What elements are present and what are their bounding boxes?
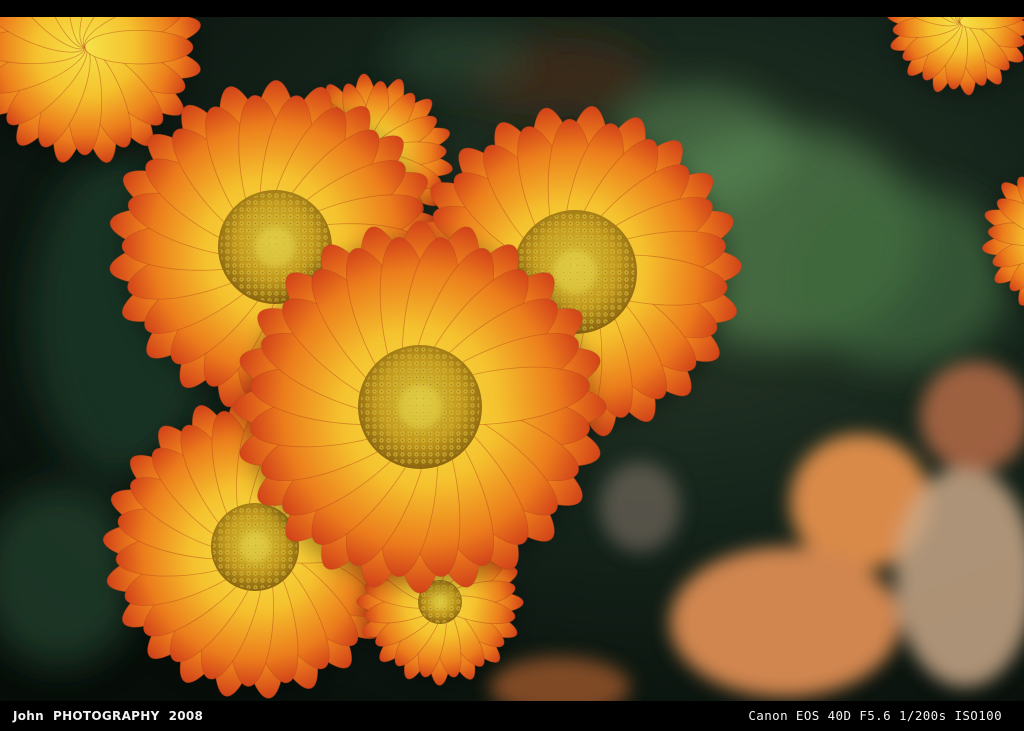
year-label: 2008 <box>168 709 204 723</box>
camera-exif-info: Canon EOS 40D F5.6 1/200s ISO100 <box>748 708 1002 723</box>
studio-label: PHOTOGRAPHY <box>52 709 160 723</box>
petal <box>84 29 194 65</box>
photographer-credit: John PHOTOGRAPHY 2008 <box>13 709 203 723</box>
top-frame-border <box>0 0 1024 17</box>
flower-center-front <box>233 220 607 594</box>
author-name: John <box>13 709 44 723</box>
caption-bar: John PHOTOGRAPHY 2008 Canon EOS 40D F5.6… <box>0 701 1024 731</box>
flower-photo <box>0 17 1024 701</box>
flower-photo-canvas <box>0 17 1024 701</box>
